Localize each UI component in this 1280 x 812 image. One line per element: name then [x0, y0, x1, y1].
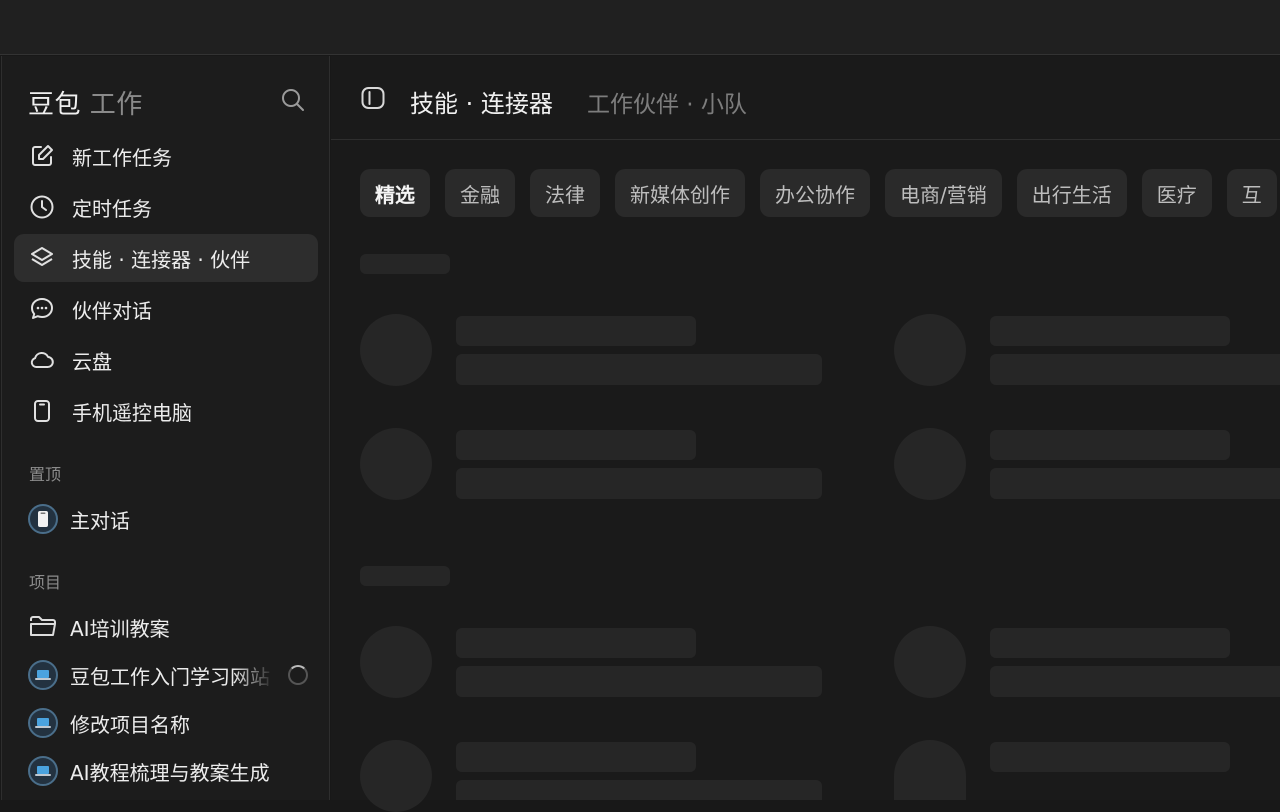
laptop-avatar-icon: [28, 660, 58, 690]
laptop-avatar-icon: [28, 756, 58, 786]
sidebar-item-cloud[interactable]: 云盘: [14, 336, 318, 384]
clock-icon: [28, 193, 56, 221]
laptop-avatar-icon: [28, 708, 58, 738]
brand-sub: 工作: [89, 90, 143, 120]
main-panel: 技能 · 连接器 工作伙伴 · 小队 精选 金融 法律 新媒体创作 办公协作 电…: [331, 56, 1280, 812]
cloud-icon: [28, 346, 56, 374]
chip-law[interactable]: 法律: [530, 169, 600, 217]
layers-icon: [28, 244, 56, 272]
sidebar-item-label: 新工作任务: [72, 145, 172, 170]
skeleton-line: [990, 666, 1280, 697]
sidebar-item-skills[interactable]: 技能 · 连接器 · 伙伴: [14, 234, 318, 282]
skeleton-avatar: [360, 740, 432, 812]
page-title[interactable]: 技能 · 连接器: [410, 84, 553, 119]
window-titlebar: [0, 0, 1280, 55]
chat-icon: [28, 295, 56, 323]
phone-icon: [28, 397, 56, 425]
sidebar-item-remote[interactable]: 手机遥控电脑: [14, 387, 318, 435]
brand-main: 豆包: [28, 90, 82, 120]
loading-spinner-icon: [288, 665, 308, 685]
skeleton-line: [990, 628, 1230, 658]
sidebar-item-label: 手机遥控电脑: [72, 400, 192, 425]
skeleton-line: [990, 742, 1230, 772]
project-item[interactable]: AI培训教案: [28, 610, 308, 644]
skeleton-line: [990, 316, 1230, 346]
skeleton-line: [456, 628, 696, 658]
list-item-label: 豆包工作入门学习网站: [70, 664, 270, 689]
chip-finance[interactable]: 金融: [445, 169, 515, 217]
list-item-label: 修改项目名称: [70, 712, 190, 737]
sidebar-item-label: 伙伴对话: [72, 298, 152, 323]
folder-icon: [28, 612, 58, 642]
skeleton-section-title: [360, 566, 450, 586]
skeleton-line: [990, 468, 1280, 499]
pinned-section-label: 置顶: [29, 465, 62, 484]
search-icon[interactable]: [280, 87, 306, 113]
sidebar-nav: 新工作任务 定时任务 技能 · 连接器 · 伙伴 伙伴对话 云盘 手机遥控电脑: [14, 132, 318, 438]
phone-avatar-icon: [28, 504, 58, 534]
skeleton-avatar: [360, 314, 432, 386]
list-item-label: AI培训教案: [70, 616, 170, 641]
projects-section-label: 项目: [29, 573, 62, 592]
skeleton-line: [456, 316, 696, 346]
skeleton-avatar: [894, 626, 966, 698]
skeleton-avatar: [360, 428, 432, 500]
skeleton-line: [456, 666, 822, 697]
chip-ecommerce[interactable]: 电商/营销: [885, 169, 1002, 217]
chip-featured[interactable]: 精选: [360, 169, 430, 217]
pinned-item-main-chat[interactable]: 主对话: [28, 502, 308, 536]
skeleton-line: [456, 742, 696, 772]
skeleton-avatar: [894, 314, 966, 386]
skeleton-line: [456, 430, 696, 460]
skeleton-line: [456, 780, 822, 800]
tab-partners[interactable]: 工作伙伴 · 小队: [587, 85, 747, 119]
skeleton-avatar: [894, 740, 966, 800]
app-brand: 豆包 工作: [28, 84, 143, 121]
sidebar: 豆包 工作 新工作任务 定时任务 技能 · 连接器 · 伙伴 伙伴对话 云盘 手…: [1, 56, 330, 800]
list-item-label: 主对话: [70, 508, 130, 533]
chip-travel[interactable]: 出行生活: [1016, 169, 1127, 217]
edit-icon: [28, 142, 56, 170]
skeleton-avatar: [894, 428, 966, 500]
chip-new-media[interactable]: 新媒体创作: [615, 169, 745, 217]
project-item[interactable]: 修改项目名称: [28, 706, 308, 740]
main-header: 技能 · 连接器 工作伙伴 · 小队: [331, 56, 1280, 140]
skeleton-avatar: [360, 626, 432, 698]
skeleton-line: [456, 468, 822, 499]
sidebar-item-partner-chat[interactable]: 伙伴对话: [14, 285, 318, 333]
project-item[interactable]: AI教程梳理与教案生成: [28, 754, 308, 788]
chip-medical[interactable]: 医疗: [1141, 169, 1212, 217]
category-chips: 精选 金融 法律 新媒体创作 办公协作 电商/营销 出行生活 医疗 互: [360, 169, 1280, 217]
sidebar-item-scheduled[interactable]: 定时任务: [14, 183, 318, 231]
skeleton-line: [990, 354, 1280, 385]
chip-office[interactable]: 办公协作: [760, 169, 870, 217]
sidebar-toggle-icon[interactable]: [360, 85, 386, 111]
chip-more[interactable]: 互: [1226, 169, 1277, 217]
skeleton-line: [456, 354, 822, 385]
skeleton-section-title: [360, 254, 450, 274]
sidebar-item-new-task[interactable]: 新工作任务: [14, 132, 318, 180]
sidebar-item-label: 技能 · 连接器 · 伙伴: [72, 247, 251, 272]
sidebar-item-label: 云盘: [72, 349, 112, 374]
list-item-label: AI教程梳理与教案生成: [70, 760, 270, 785]
project-item[interactable]: 豆包工作入门学习网站: [28, 658, 308, 692]
skeleton-line: [990, 430, 1230, 460]
sidebar-item-label: 定时任务: [72, 196, 152, 221]
